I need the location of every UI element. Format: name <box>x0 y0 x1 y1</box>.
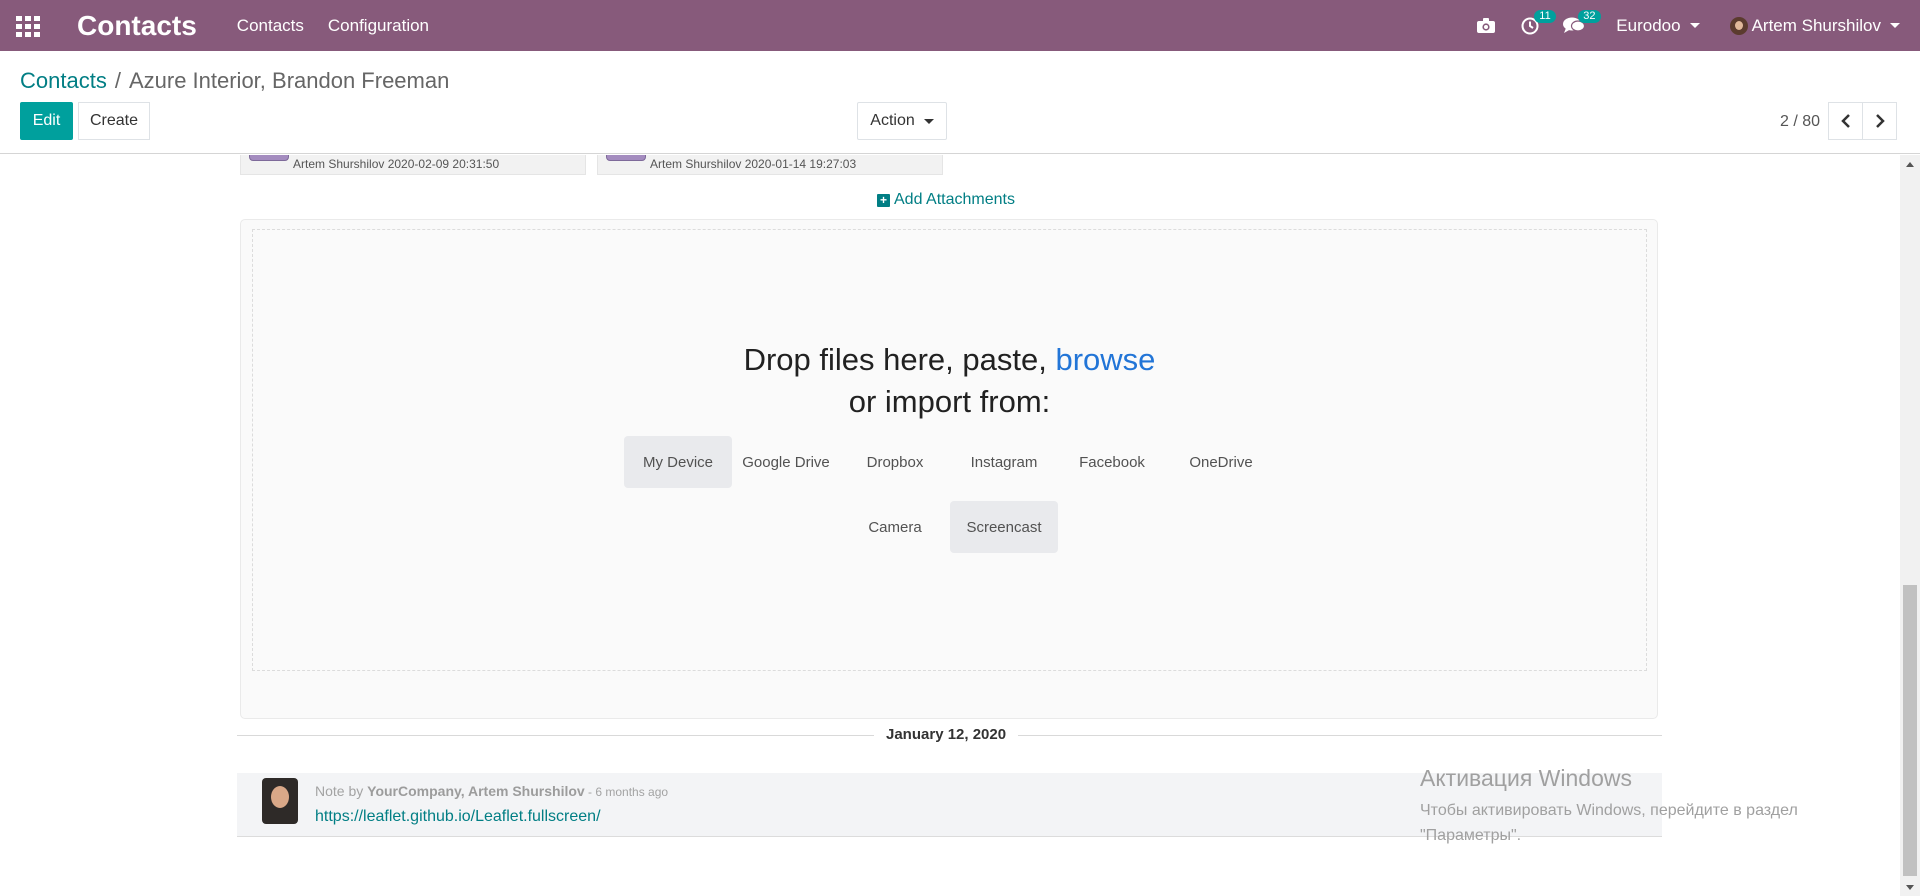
windows-activation-watermark: Активация Windows Чтобы активировать Win… <box>1420 765 1798 848</box>
plus-square-icon: + <box>877 193 890 207</box>
browse-link[interactable]: browse <box>1055 342 1155 377</box>
scroll-up-arrow-icon[interactable] <box>1906 162 1914 167</box>
source-my-device[interactable]: My Device <box>624 436 732 488</box>
apps-menu-icon[interactable] <box>16 15 42 37</box>
add-attachments-label: Add Attachments <box>894 191 1015 208</box>
scroll-thumb[interactable] <box>1903 585 1917 876</box>
chevron-left-icon <box>1840 114 1850 128</box>
messages-icon[interactable]: 32 <box>1552 0 1601 51</box>
pager-previous-button[interactable] <box>1828 102 1863 140</box>
watermark-line-1: Чтобы активировать Windows, перейдите в … <box>1420 802 1798 819</box>
add-attachments-link[interactable]: + Add Attachments <box>877 191 1015 209</box>
top-navbar: Contacts Contacts Configuration 11 32 Eu… <box>0 0 1920 51</box>
user-avatar <box>1729 16 1748 35</box>
chevron-down-icon <box>1890 23 1900 28</box>
attachment-thumbnail <box>249 155 289 161</box>
edit-button[interactable]: Edit <box>20 102 73 140</box>
message-time: - 6 months ago <box>584 785 669 799</box>
drop-zone[interactable]: Drop files here, paste, browse or import… <box>252 229 1647 671</box>
source-onedrive[interactable]: OneDrive <box>1167 436 1275 488</box>
source-facebook[interactable]: Facebook <box>1058 436 1166 488</box>
messages-count-badge: 32 <box>1578 10 1601 23</box>
attachment-card[interactable]: Artem Shurshilov 2020-02-09 20:31:50 <box>240 155 586 175</box>
scroll-down-arrow-icon[interactable] <box>1906 885 1914 890</box>
message-header: Note by YourCompany, Artem Shurshilov - … <box>315 783 668 799</box>
attachment-card[interactable]: Artem Shurshilov 2020-01-14 19:27:03 <box>597 155 943 175</box>
chevron-right-icon <box>1875 114 1885 128</box>
breadcrumb: Contacts / Azure Interior, Brandon Freeman <box>20 68 449 94</box>
menu-configuration[interactable]: Configuration <box>328 16 429 36</box>
message-type: Note by <box>315 783 368 799</box>
app-title: Contacts <box>77 9 197 41</box>
action-dropdown[interactable]: Action <box>857 102 947 140</box>
chevron-down-icon <box>1689 23 1700 28</box>
message-body-link[interactable]: https://leaflet.github.io/Leaflet.fullsc… <box>315 808 601 826</box>
watermark-text: Чтобы активировать Windows, перейдите в … <box>1420 798 1798 848</box>
breadcrumb-contacts-link[interactable]: Contacts <box>20 68 107 93</box>
activity-clock-icon[interactable]: 11 <box>1508 0 1556 51</box>
source-screencast[interactable]: Screencast <box>950 501 1058 553</box>
message-author[interactable]: YourCompany, Artem Shurshilov <box>367 783 585 799</box>
drop-instructions: Drop files here, paste, browse or import… <box>253 339 1646 423</box>
watermark-title: Активация Windows <box>1420 765 1632 791</box>
pager-value[interactable]: 2 / 80 <box>1780 113 1820 131</box>
uppy-dashboard: Drop files here, paste, browse or import… <box>240 219 1658 719</box>
vertical-scrollbar[interactable] <box>1900 155 1920 896</box>
attachment-meta: Artem Shurshilov 2020-01-14 19:27:03 <box>650 157 857 171</box>
attachment-thumbnail <box>606 155 646 161</box>
source-instagram[interactable]: Instagram <box>950 436 1058 488</box>
create-button[interactable]: Create <box>78 102 150 140</box>
company-name: Eurodoo <box>1616 15 1681 35</box>
action-label: Action <box>870 112 915 129</box>
source-dropbox[interactable]: Dropbox <box>841 436 949 488</box>
author-avatar[interactable] <box>262 778 298 824</box>
import-from-text: or import from: <box>848 384 1051 419</box>
attachment-meta: Artem Shurshilov 2020-02-09 20:31:50 <box>293 157 500 171</box>
breadcrumb-separator: / <box>114 68 121 93</box>
source-google-drive[interactable]: Google Drive <box>732 436 840 488</box>
source-camera[interactable]: Camera <box>841 501 949 553</box>
watermark-line-2: "Параметры". <box>1420 827 1522 844</box>
pager-next-button[interactable] <box>1862 102 1897 140</box>
date-separator-label: January 12, 2020 <box>874 726 1019 743</box>
chevron-down-icon <box>923 118 934 124</box>
drop-text: Drop files here, paste, <box>743 342 1056 377</box>
menu-contacts[interactable]: Contacts <box>237 16 304 36</box>
control-panel: Contacts / Azure Interior, Brandon Freeman… <box>0 51 1920 154</box>
user-menu[interactable]: Artem Shurshilov <box>1729 15 1900 36</box>
camera-icon[interactable] <box>1464 0 1508 51</box>
user-name: Artem Shurshilov <box>1751 15 1881 35</box>
company-switcher[interactable]: Eurodoo <box>1616 15 1700 36</box>
breadcrumb-current: Azure Interior, Brandon Freeman <box>128 68 450 93</box>
